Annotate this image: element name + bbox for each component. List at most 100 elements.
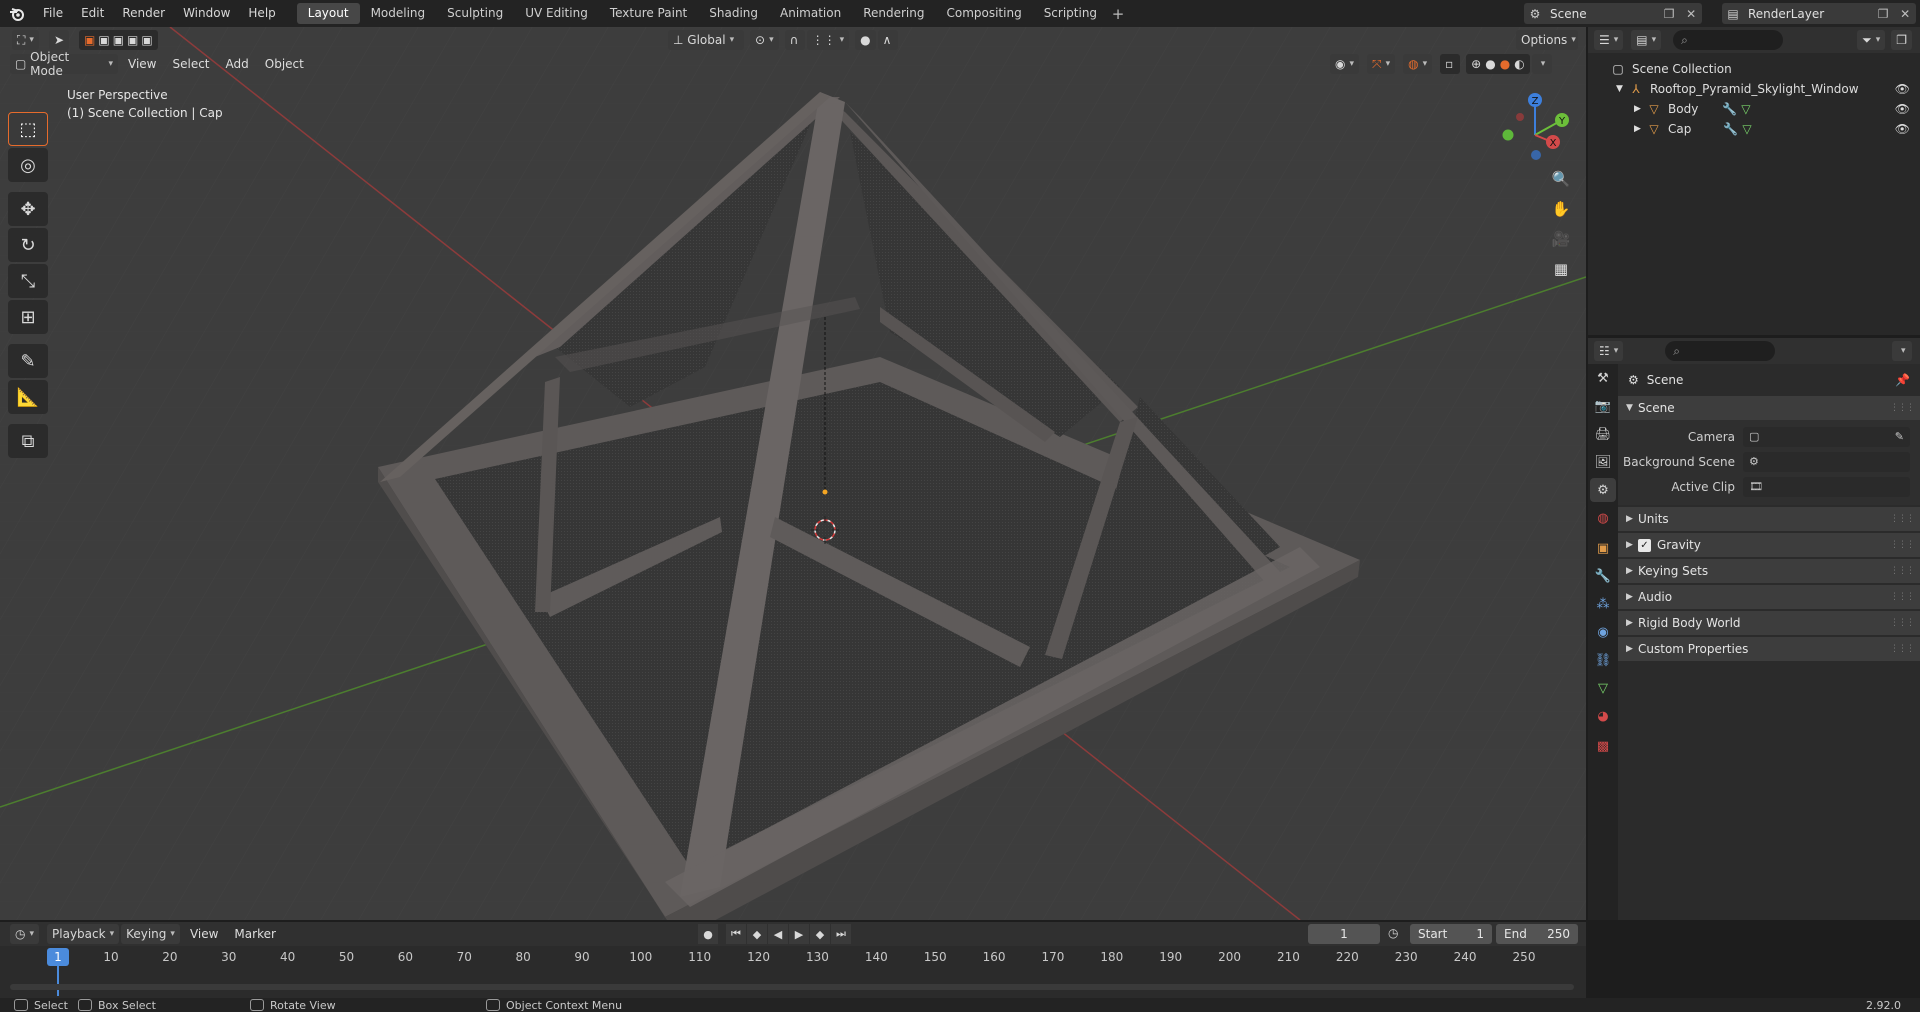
menu-edit[interactable]: Edit (72, 0, 113, 27)
menu-window[interactable]: Window (174, 0, 239, 27)
timeline-menu-view[interactable]: View (182, 927, 226, 941)
menu-object[interactable]: Object (257, 57, 312, 71)
jump-end-icon[interactable]: ⏭ (831, 924, 851, 944)
drag-handle-icon[interactable]: ⋮⋮⋮ (1890, 403, 1915, 413)
pin-icon[interactable]: 📌 (1895, 373, 1910, 387)
new-scene-icon[interactable]: ❐ (1664, 7, 1675, 21)
timeline-editor-type[interactable]: ◷ ▾ (10, 924, 40, 944)
3d-viewport[interactable]: Z Y X ⛶ ▾ ➤ ▣ ▣ ▣ ▣ ▣ ⊥ Global ▾ ⊙ ▾ ∩ ⋮⋮ ▾ … (0, 27, 1586, 920)
menu-file[interactable]: File (34, 0, 72, 27)
new-view-layer-icon[interactable]: ❐ (1878, 7, 1889, 21)
tab-data[interactable]: ▽ (1590, 676, 1616, 700)
units-panel-header[interactable]: ▶ Units ⋮⋮⋮ (1618, 507, 1920, 531)
tab-particles[interactable]: ⁂ (1590, 592, 1616, 616)
selection-mode-buttons[interactable]: ▣ ▣ ▣ ▣ ▣ (79, 30, 158, 50)
overlay-toggle[interactable]: ◍ ▾ (1403, 54, 1433, 74)
tool-measure[interactable]: 📐 (8, 380, 48, 414)
tab-modifiers[interactable]: 🔧 (1590, 564, 1616, 588)
select-intersect-icon[interactable]: ▣ (141, 33, 152, 47)
collapse-arrow-icon[interactable]: ▶ (1634, 124, 1646, 134)
jump-keyframe-forward-icon[interactable]: ◆ (810, 924, 830, 944)
pivot-point-dropdown[interactable]: ⊙ ▾ (750, 30, 779, 50)
scene-panel-header[interactable]: ▼ Scene ⋮⋮⋮ (1618, 396, 1920, 420)
scene-selector[interactable]: ⚙ Scene ❐ ✕ (1524, 3, 1702, 24)
mesh-data-icon[interactable]: ▽ (1742, 122, 1751, 136)
preview-range-icon[interactable]: ◷ (1388, 926, 1398, 940)
wireframe-shading-icon[interactable]: ⊕ (1471, 57, 1481, 71)
tab-sculpting[interactable]: Sculpting (436, 3, 514, 24)
drag-handle-icon[interactable]: ⋮⋮⋮ (1890, 566, 1915, 576)
properties-options[interactable]: ▾ (1892, 341, 1912, 361)
tab-render[interactable]: 📷 (1590, 394, 1616, 418)
play-reverse-icon[interactable]: ◀ (768, 924, 788, 944)
mode-dropdown[interactable]: ▢ Object Mode ▾ (10, 50, 118, 78)
blender-logo-icon[interactable] (0, 0, 34, 27)
background-scene-field[interactable]: ⚙ (1743, 451, 1910, 472)
select-tool-button[interactable]: ➤ (48, 30, 69, 50)
tab-scripting[interactable]: Scripting (1033, 3, 1108, 24)
editor-type-button[interactable]: ⛶ ▾ (12, 30, 39, 50)
new-collection-button[interactable]: ❐ (1891, 30, 1912, 50)
playback-dropdown[interactable]: Playback ▾ (47, 924, 120, 944)
tool-select-box[interactable]: ⬚ (8, 112, 48, 146)
menu-render[interactable]: Render (113, 0, 174, 27)
tree-object-body[interactable]: ▶ ▽ Body 🔧 ▽ 👁 (1588, 99, 1920, 119)
timeline-ruler[interactable]: 10 20 30 40 50 60 70 80 90 100 110 120 130 140 150 160 1… (0, 946, 1586, 996)
tool-rotate[interactable]: ↻ (8, 228, 48, 262)
playhead-line[interactable] (57, 966, 59, 996)
ortho-toggle-button[interactable]: ▦ (1548, 256, 1574, 282)
tab-tool[interactable]: ⚒ (1590, 366, 1616, 390)
eyedropper-icon[interactable]: ✎ (1895, 430, 1904, 443)
tab-world[interactable]: ◍ (1590, 506, 1616, 530)
tree-collection-row[interactable]: ▼ ⅄ Rooftop_Pyramid_Skylight_Window 👁 (1588, 79, 1920, 99)
end-frame-field[interactable]: End 250 (1496, 924, 1578, 944)
menu-add[interactable]: Add (218, 57, 257, 71)
menu-help[interactable]: Help (239, 0, 284, 27)
tool-annotate[interactable]: ✎ (8, 344, 48, 378)
solid-shading-icon[interactable]: ● (1485, 57, 1495, 71)
tool-cursor[interactable]: ◎ (8, 148, 48, 182)
tab-animation[interactable]: Animation (769, 3, 852, 24)
tab-compositing[interactable]: Compositing (935, 3, 1032, 24)
menu-view[interactable]: View (120, 57, 164, 71)
properties-search-input[interactable]: ⌕ (1665, 341, 1776, 361)
options-dropdown[interactable]: Options ▾ (1516, 30, 1578, 50)
drag-handle-icon[interactable]: ⋮⋮⋮ (1890, 592, 1915, 602)
jump-keyframe-back-icon[interactable]: ◆ (747, 924, 767, 944)
transform-orientation-dropdown[interactable]: ⊥ Global ▾ (668, 30, 744, 50)
shading-mode-buttons[interactable]: ⊕ ● ● ◐ (1466, 54, 1530, 74)
xray-toggle[interactable]: ▫ (1440, 54, 1461, 74)
audio-panel-header[interactable]: ▶ Audio ⋮⋮⋮ (1618, 585, 1920, 609)
play-icon[interactable]: ▶ (789, 924, 809, 944)
tab-shading[interactable]: Shading (698, 3, 769, 24)
gizmo-toggle[interactable]: ⤧ ▾ (1367, 54, 1396, 74)
pan-button[interactable]: ✋ (1548, 196, 1574, 222)
snap-toggle[interactable]: ∩ (784, 30, 805, 50)
tab-scene[interactable]: ⚙ (1590, 478, 1616, 502)
display-mode-dropdown[interactable]: ▤ ▾ (1631, 30, 1662, 50)
visibility-dropdown[interactable]: ◉ ▾ (1330, 54, 1360, 74)
tab-layout[interactable]: Layout (296, 3, 360, 24)
timeline-scrollbar[interactable] (10, 984, 1574, 990)
collapse-arrow-icon[interactable]: ▶ (1634, 104, 1646, 114)
start-frame-field[interactable]: Start 1 (1410, 924, 1492, 944)
expand-arrow-icon[interactable]: ▼ (1616, 84, 1628, 94)
shading-options-dropdown[interactable]: ▾ (1531, 54, 1552, 74)
rendered-shading-icon[interactable]: ◐ (1514, 57, 1524, 71)
select-extend-icon[interactable]: ▣ (98, 33, 109, 47)
playhead-frame-indicator[interactable]: 1 (47, 948, 69, 966)
gravity-panel-header[interactable]: ▶ ✓ Gravity ⋮⋮⋮ (1618, 533, 1920, 557)
select-invert-icon[interactable]: ▣ (127, 33, 138, 47)
gravity-checkbox[interactable]: ✓ (1638, 538, 1651, 552)
tool-scale[interactable]: ⤡ (8, 264, 48, 298)
visibility-eye-icon[interactable]: 👁 (1895, 122, 1910, 136)
visibility-eye-icon[interactable]: 👁 (1895, 82, 1910, 96)
outliner-editor-type[interactable]: ☰ ▾ (1594, 30, 1624, 50)
camera-field[interactable]: ▢ ✎ (1743, 426, 1910, 447)
properties-editor-type[interactable]: ☷ ▾ (1594, 341, 1624, 361)
jump-start-icon[interactable]: ⏮ (726, 924, 746, 944)
keying-dropdown[interactable]: Keying ▾ (121, 924, 180, 944)
tree-scene-collection[interactable]: ▢ Scene Collection (1588, 59, 1920, 79)
camera-view-button[interactable]: 🎥 (1548, 226, 1574, 252)
record-button[interactable]: ● (698, 924, 718, 944)
